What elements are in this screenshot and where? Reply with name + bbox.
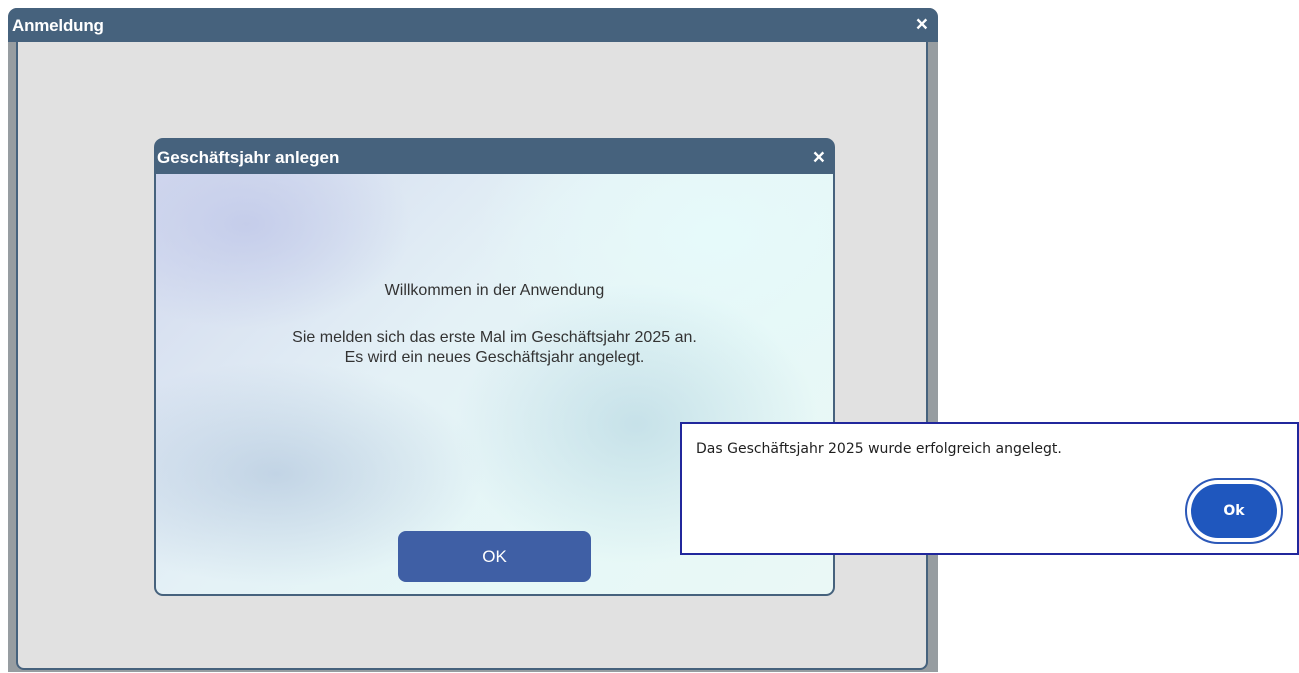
close-icon[interactable]: × <box>813 147 825 169</box>
new-fiscal-year-message: Es wird ein neues Geschäftsjahr angelegt… <box>344 349 645 366</box>
welcome-heading: Willkommen in der Anwendung <box>384 282 605 299</box>
success-notification: Das Geschäftsjahr 2025 wurde erfolgreich… <box>680 422 1299 555</box>
fiscal-year-dialog-title: Geschäftsjahr anlegen <box>157 148 340 167</box>
login-window-title: Anmeldung <box>12 16 104 35</box>
ok-button[interactable]: OK <box>398 531 591 582</box>
notification-ok-button[interactable]: Ok <box>1191 484 1277 538</box>
login-window-titlebar[interactable]: Anmeldung × <box>8 8 938 42</box>
focus-ring: Ok <box>1185 478 1283 544</box>
first-login-message: Sie melden sich das erste Mal im Geschäf… <box>292 329 697 346</box>
success-message: Das Geschäftsjahr 2025 wurde erfolgreich… <box>696 441 1062 457</box>
fiscal-year-dialog-titlebar[interactable]: Geschäftsjahr anlegen × <box>154 138 835 174</box>
close-icon[interactable]: × <box>916 14 928 36</box>
